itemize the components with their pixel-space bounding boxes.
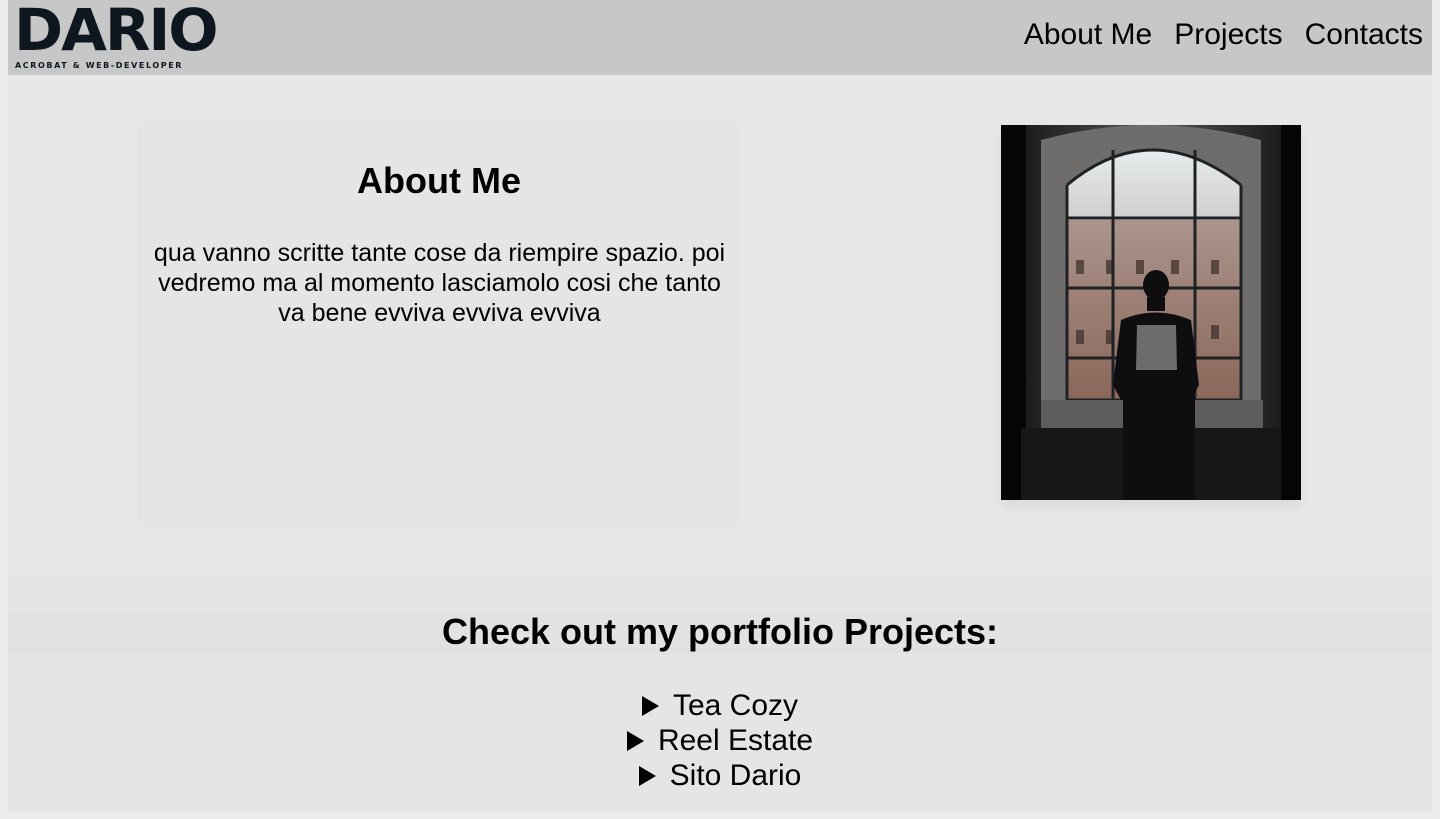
portrait-photo-icon [1001, 125, 1301, 500]
disclosure-triangle-icon [641, 695, 659, 716]
project-item-tea-cozy[interactable]: Tea Cozy [8, 688, 1432, 723]
disclosure-triangle-icon [626, 730, 644, 751]
project-item-reel-estate[interactable]: Reel Estate [8, 723, 1432, 758]
about-title: About Me [357, 160, 521, 201]
site-logo[interactable]: DARIO ACROBAT & WEB-DEVELOPER [14, 0, 219, 70]
page: DARIO ACROBAT & WEB-DEVELOPER About Me P… [8, 0, 1432, 811]
project-list: Tea Cozy Reel Estate Sito Dario [8, 688, 1432, 793]
disclosure-triangle-icon [638, 765, 656, 786]
project-label: Sito Dario [669, 759, 802, 792]
logo-wordmark: DARIO [14, 0, 219, 64]
project-label: Tea Cozy [672, 689, 799, 722]
nav-link-projects[interactable]: Projects [1174, 17, 1282, 53]
project-item-sito-dario[interactable]: Sito Dario [8, 758, 1432, 793]
about-card: About Me qua vanno scritte tante cose da… [141, 124, 738, 524]
site-header: DARIO ACROBAT & WEB-DEVELOPER About Me P… [8, 0, 1432, 75]
about-text: qua vanno scritte tante cose da riempire… [153, 239, 726, 327]
projects-title: Check out my portfolio Projects: [8, 612, 1432, 654]
logo-tagline: ACROBAT & WEB-DEVELOPER [15, 61, 184, 70]
nav-link-about-me[interactable]: About Me [1024, 17, 1152, 53]
nav-link-contacts[interactable]: Contacts [1305, 17, 1423, 53]
project-label: Reel Estate [657, 724, 814, 757]
profile-photo [1001, 125, 1301, 500]
main-nav: About Me Projects Contacts [1024, 17, 1423, 53]
